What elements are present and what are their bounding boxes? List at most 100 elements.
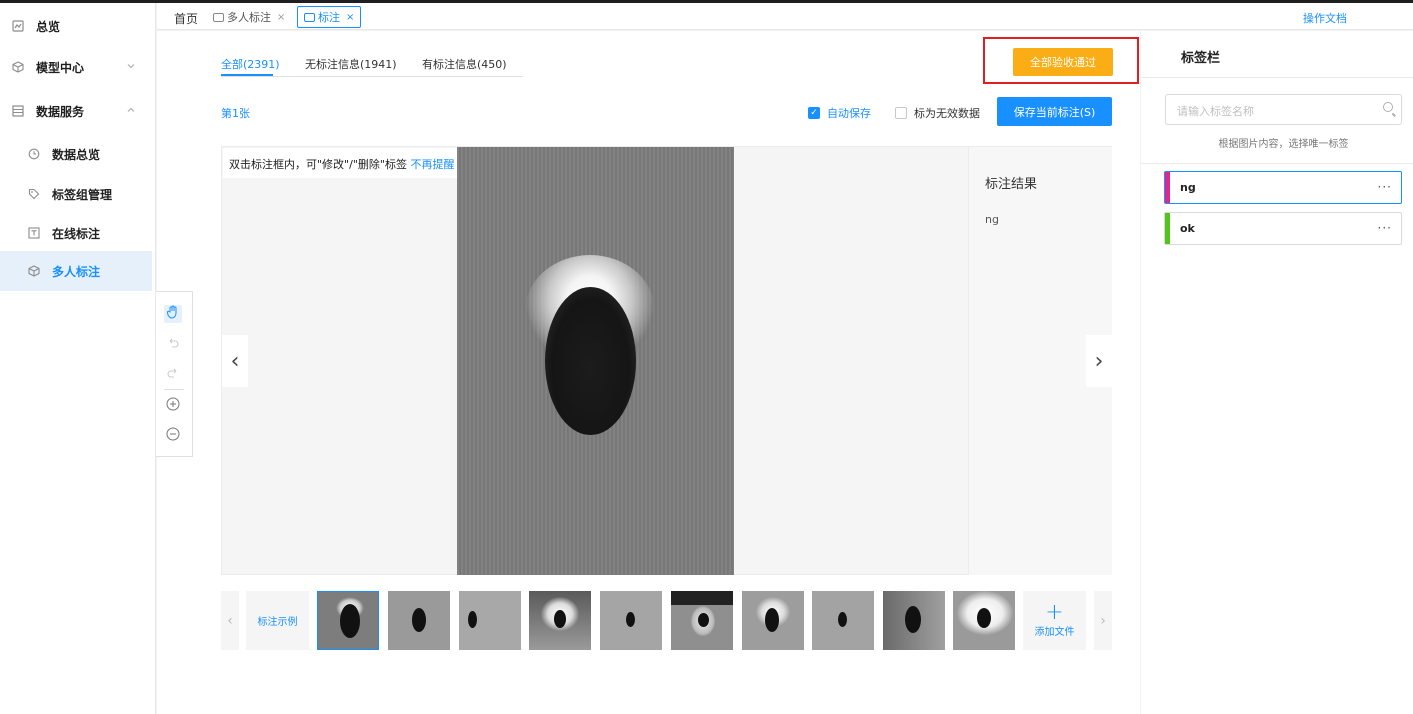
tab-unlabeled[interactable]: 无标注信息(1941) <box>305 56 397 72</box>
chevron-down-icon <box>126 60 136 74</box>
redo-button[interactable] <box>164 366 182 384</box>
thumbnail-strip: ‹ 标注示例 + 添加文件 › <box>221 591 1112 650</box>
thumbnail[interactable] <box>742 591 804 650</box>
result-value: ng <box>985 213 999 226</box>
tab-ink-bar <box>221 74 273 76</box>
tab-labeled[interactable]: 有标注信息(450) <box>422 56 507 72</box>
sidebar-item-label: 模型中心 <box>36 60 85 75</box>
auto-save-checkbox[interactable]: ✓ 自动保存 <box>808 105 871 121</box>
tab-annotation[interactable]: 标注 × <box>297 6 362 28</box>
accept-all-button[interactable]: 全部验收通过 <box>1013 48 1113 76</box>
next-image-button[interactable]: › <box>1086 335 1112 387</box>
tab-multi-annotation[interactable]: 多人标注 × <box>207 6 291 28</box>
sidebar-item-data-overview[interactable]: 数据总览 <box>0 134 152 174</box>
cube-icon <box>11 60 25 74</box>
thumb-defect <box>340 604 360 638</box>
sidebar-item-label: 数据服务 <box>36 104 85 119</box>
chevron-up-icon <box>126 104 136 118</box>
thumbnail[interactable] <box>388 591 450 650</box>
zoom-in-button[interactable] <box>164 397 182 415</box>
plus-icon: + <box>1045 600 1064 625</box>
label-panel: 标签栏 请输入标签名称 根据图片内容，选择唯一标签 ng ··· ok ··· <box>1141 31 1413 714</box>
image-defect <box>545 287 636 435</box>
thumbnail[interactable] <box>953 591 1015 650</box>
close-icon[interactable]: × <box>346 12 354 23</box>
check-icon: ✓ <box>808 107 820 119</box>
more-icon[interactable]: ··· <box>1378 221 1392 235</box>
strip-next-button[interactable]: › <box>1094 591 1112 650</box>
zoom-out-button[interactable] <box>164 427 182 445</box>
page-icon <box>304 12 315 22</box>
hint-banner: 双击标注框内，可"修改"/"删除"标签 不再提醒 <box>223 148 457 178</box>
sidebar: 总览 模型中心 数据服务 数据总览 标签组管理 在线标注 多人标注 <box>0 3 156 714</box>
filter-tabs: 全部(2391) 无标注信息(1941) 有标注信息(450) <box>221 49 523 77</box>
strip-prev-button[interactable]: ‹ <box>221 591 239 650</box>
sidebar-item-label: 总览 <box>36 19 61 34</box>
panel-divider <box>1141 77 1413 78</box>
hint-text: 双击标注框内，可"修改"/"删除"标签 <box>229 158 407 171</box>
sidebar-item-label: 在线标注 <box>52 226 101 241</box>
save-current-button[interactable]: 保存当前标注(S) <box>997 97 1112 126</box>
thumbnail[interactable] <box>883 591 945 650</box>
thumbnail[interactable] <box>529 591 591 650</box>
add-file-label: 添加文件 <box>1034 627 1075 638</box>
more-icon[interactable]: ··· <box>1378 180 1392 194</box>
tab-label: 多人标注 <box>227 11 271 24</box>
toolbar-divider <box>164 389 184 390</box>
thumbnail[interactable] <box>317 591 379 650</box>
label-item-ng[interactable]: ng ··· <box>1164 171 1402 204</box>
thumbnail[interactable] <box>812 591 874 650</box>
hand-tool-button[interactable] <box>164 305 182 323</box>
annotation-canvas[interactable]: 双击标注框内，可"修改"/"删除"标签 不再提醒 标注结果 ng ‹ › <box>221 146 1112 575</box>
highlight-box: 全部验收通过 <box>983 37 1139 84</box>
search-icon[interactable] <box>1383 102 1393 112</box>
zoom-in-icon <box>166 397 180 415</box>
label-color-bar <box>1165 172 1170 203</box>
thumb-defect <box>412 608 426 632</box>
label-tip: 根据图片内容，选择唯一标签 <box>1218 139 1349 150</box>
undo-button[interactable] <box>164 336 182 354</box>
thumb-defect <box>838 612 847 627</box>
undo-icon <box>167 337 179 353</box>
dismiss-hint-link[interactable]: 不再提醒 <box>410 158 454 171</box>
database-icon <box>11 104 25 118</box>
zoom-out-icon <box>166 427 180 445</box>
result-title: 标注结果 <box>985 177 1038 192</box>
example-button[interactable]: 标注示例 <box>246 591 309 650</box>
sidebar-item-multi-annotation[interactable]: 多人标注 <box>0 251 152 291</box>
sidebar-item-model-center[interactable]: 模型中心 <box>0 47 152 87</box>
thumb-defect <box>698 613 709 627</box>
label-item-ok[interactable]: ok ··· <box>1164 212 1402 245</box>
prev-image-button[interactable]: ‹ <box>222 335 248 387</box>
label-color-bar <box>1165 213 1170 244</box>
thumb-defect <box>626 612 635 627</box>
doc-link[interactable]: 操作文档 <box>1303 10 1347 26</box>
close-icon[interactable]: × <box>277 12 285 23</box>
cube-outline-icon <box>27 264 41 278</box>
sidebar-item-overview[interactable]: 总览 <box>0 6 152 46</box>
thumbnail[interactable] <box>600 591 662 650</box>
annotation-image[interactable] <box>457 147 734 575</box>
tab-label: 标注 <box>318 11 340 24</box>
tab-home[interactable]: 首页 <box>174 10 198 27</box>
page-tab-bar: 首页 多人标注 × 标注 × 操作文档 <box>157 3 1413 30</box>
sidebar-item-online-annotation[interactable]: 在线标注 <box>0 213 152 253</box>
sidebar-item-label: 多人标注 <box>52 264 101 279</box>
checkbox-box <box>895 107 907 119</box>
hand-icon <box>166 305 180 323</box>
mark-invalid-checkbox[interactable]: 标为无效数据 <box>895 105 980 121</box>
tag-icon <box>27 187 41 201</box>
auto-save-label: 自动保存 <box>827 107 871 120</box>
sidebar-item-data-service[interactable]: 数据服务 <box>0 91 152 131</box>
sidebar-item-tag-group[interactable]: 标签组管理 <box>0 174 152 214</box>
thumbnail[interactable] <box>671 591 733 650</box>
label-search-input[interactable]: 请输入标签名称 <box>1165 94 1402 125</box>
tab-all[interactable]: 全部(2391) <box>221 56 280 72</box>
add-file-button[interactable]: + 添加文件 <box>1023 591 1086 650</box>
thumb-defect <box>468 611 477 628</box>
chevron-left-icon: ‹ <box>230 348 240 374</box>
overview-icon <box>11 19 25 33</box>
thumbnail[interactable] <box>459 591 521 650</box>
page-number: 第1张 <box>221 107 250 120</box>
chevron-right-icon: › <box>1094 348 1104 374</box>
